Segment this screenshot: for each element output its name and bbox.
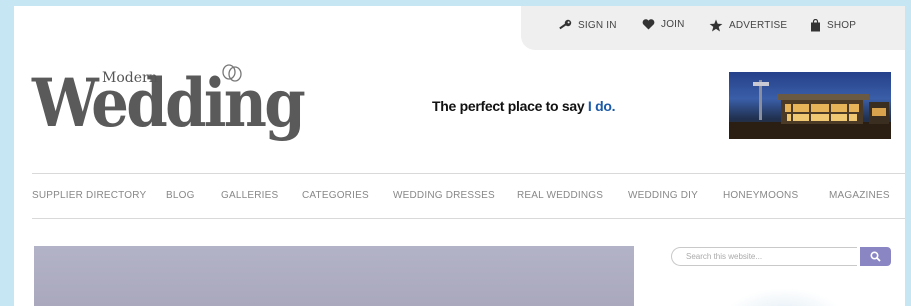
join-link[interactable]: JOIN — [642, 19, 685, 30]
main-navigation: SUPPLIER DIRECTORY BLOG GALLERIES CATEGO… — [32, 186, 905, 208]
search-icon — [870, 251, 881, 262]
join-label: JOIN — [661, 19, 685, 30]
shop-label: SHOP — [827, 20, 857, 31]
search-input[interactable] — [671, 247, 857, 266]
star-icon — [709, 19, 723, 32]
sidebar-image-preview — [724, 288, 844, 306]
tagline-text: The perfect place to say — [432, 98, 588, 114]
rings-icon — [222, 64, 242, 82]
nav-blog[interactable]: BLOG — [166, 190, 195, 201]
nav-wedding-diy[interactable]: WEDDING DIY — [628, 190, 698, 201]
tagline: The perfect place to say I do. — [432, 98, 615, 114]
nav-divider-bottom — [32, 218, 905, 219]
search-button[interactable] — [860, 247, 891, 266]
nav-supplier-directory[interactable]: SUPPLIER DIRECTORY — [32, 190, 146, 201]
top-utility-bar: SIGN IN JOIN ADVERTISE SHOP — [521, 6, 905, 50]
page: SIGN IN JOIN ADVERTISE SHOP Wedding Mode… — [14, 6, 905, 306]
banner-photo[interactable] — [729, 72, 891, 139]
sign-in-label: SIGN IN — [578, 19, 617, 31]
nav-galleries[interactable]: GALLERIES — [221, 190, 278, 201]
sign-in-link[interactable]: SIGN IN — [558, 19, 617, 31]
nav-categories[interactable]: CATEGORIES — [302, 190, 369, 201]
heart-icon — [642, 19, 655, 30]
nav-wedding-dresses[interactable]: WEDDING DRESSES — [393, 190, 495, 201]
venue-photo-image — [729, 80, 891, 139]
key-icon — [559, 19, 572, 30]
shop-link[interactable]: SHOP — [810, 19, 856, 32]
advertise-link[interactable]: ADVERTISE — [709, 19, 787, 32]
advertise-label: ADVERTISE — [729, 20, 788, 31]
nav-magazines[interactable]: MAGAZINES — [829, 190, 890, 201]
shopping-bag-icon — [811, 19, 820, 32]
site-logo[interactable]: Wedding Modern — [32, 64, 352, 164]
logo-small-text: Modern — [102, 70, 158, 86]
nav-divider-top — [32, 173, 905, 174]
nav-honeymoons[interactable]: HONEYMOONS — [723, 190, 798, 201]
logo-wordmark: Wedding — [32, 64, 306, 142]
tagline-accent: I do. — [587, 98, 616, 114]
hero-image[interactable] — [34, 246, 634, 306]
search-form — [671, 247, 891, 268]
nav-real-weddings[interactable]: REAL WEDDINGS — [517, 190, 603, 201]
